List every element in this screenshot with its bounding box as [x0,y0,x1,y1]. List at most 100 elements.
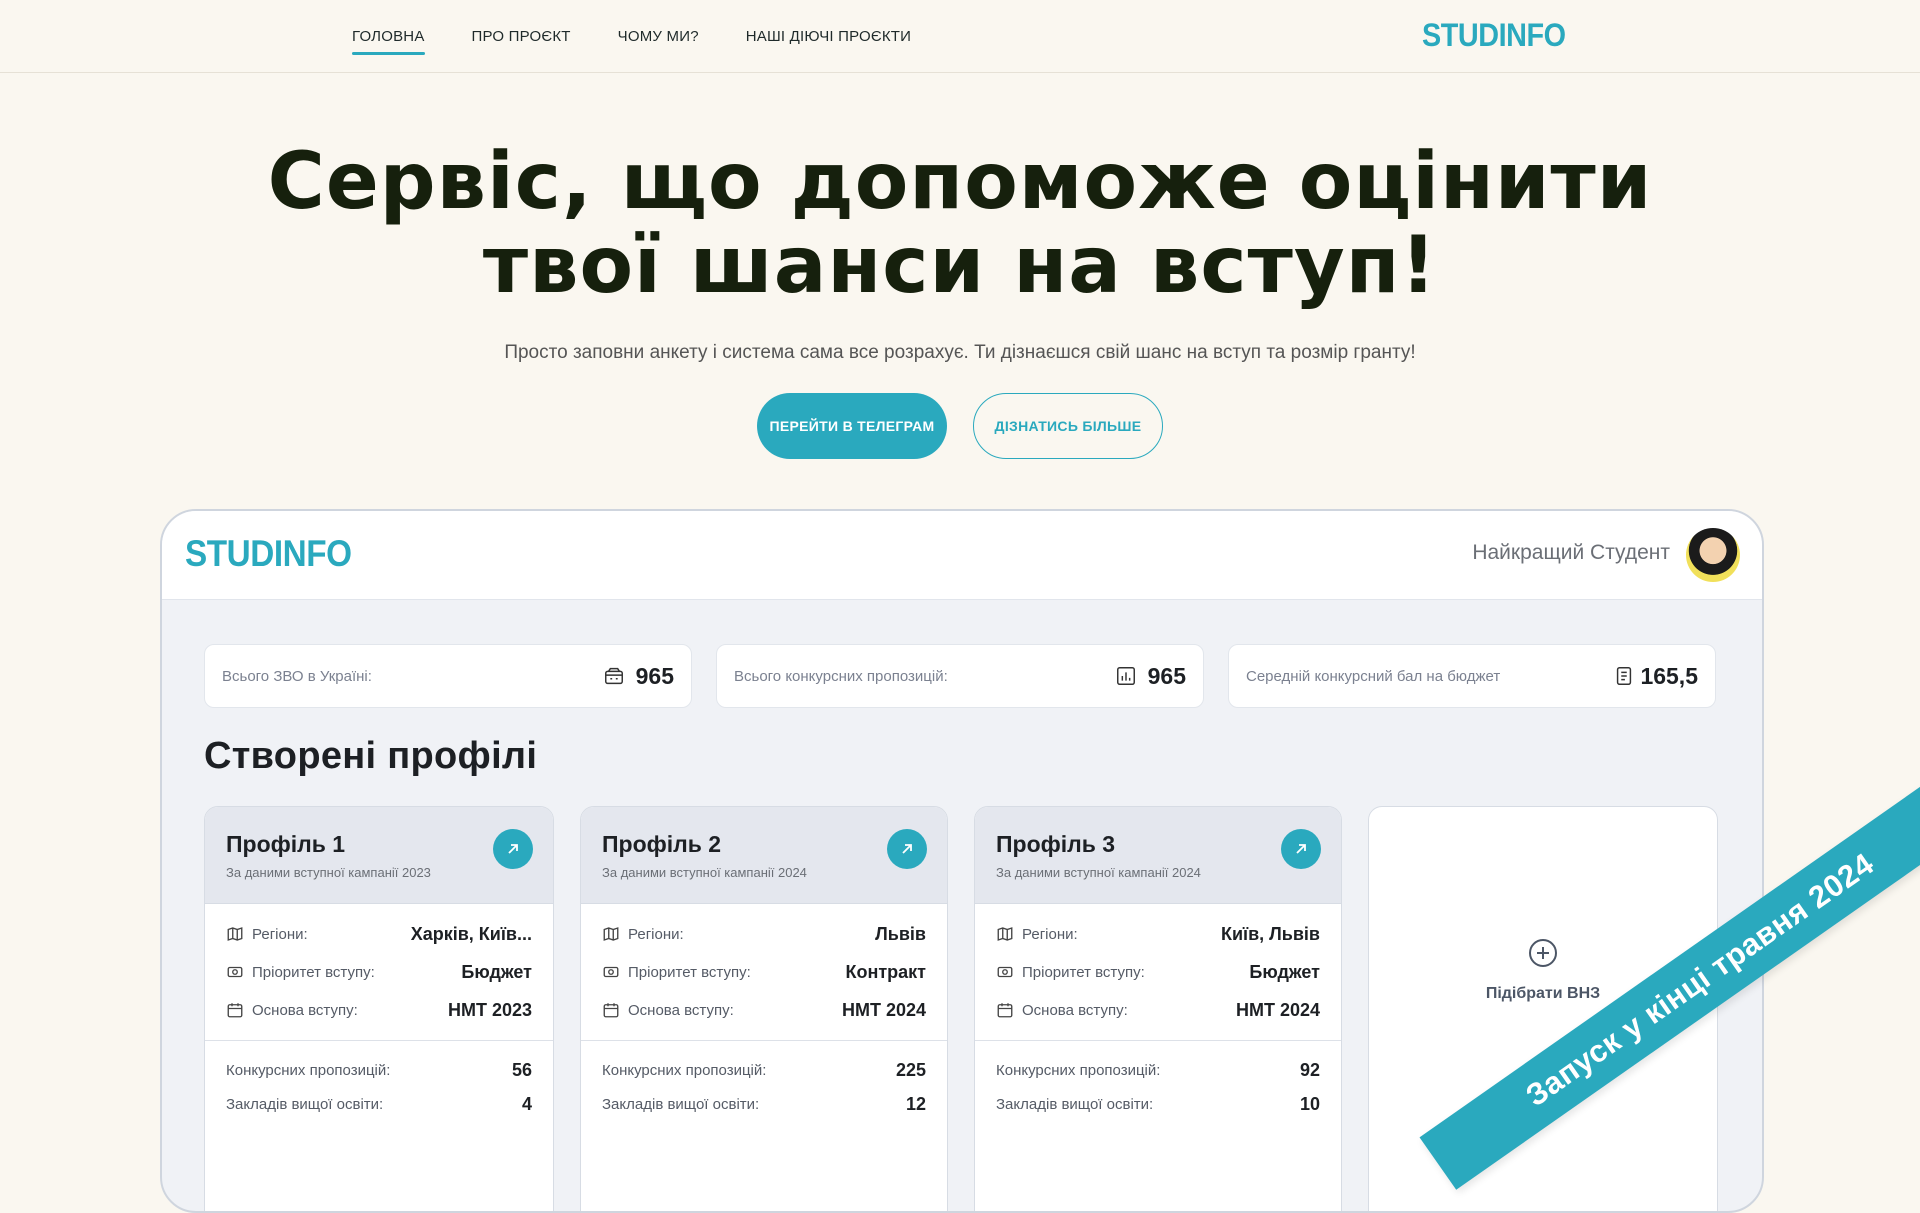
row-priority: Пріоритет вступу: Бюджет [226,961,532,985]
nav-why-us[interactable]: ЧОМУ МИ? [618,24,699,49]
nav-projects[interactable]: НАШІ ДІЮЧІ ПРОЄКТИ [746,24,911,49]
money-icon [227,966,243,978]
building-icon [605,667,623,685]
hero-buttons: ПЕРЕЙТИ В ТЕЛЕГРАМ ДІЗНАТИСЬ БІЛЬШЕ [0,393,1920,459]
profile-card-3[interactable]: Профіль 3 За даними вступної кампанії 20… [974,806,1342,1211]
profile-card-1[interactable]: Профіль 1 За даними вступної кампанії 20… [204,806,554,1211]
document-icon [1616,667,1632,685]
stat-value: 965 [1147,663,1186,689]
stat-label: Всього ЗВО в Україні: [222,668,372,685]
row-label: Закладів вищої освіти: [996,1096,1154,1113]
arrow-up-right-icon [1296,844,1306,854]
map-icon [997,927,1013,941]
card-title: Профіль 1 [226,831,346,857]
arrow-up-right-icon [902,844,912,854]
stat-label: Середній конкурсний бал на бюджет [1246,668,1501,685]
calendar-icon [997,1003,1013,1018]
stat-value: 965 [635,663,674,689]
user-name: Найкращий Студент [1472,541,1670,564]
row-value: 12 [905,1094,926,1114]
calendar-icon [603,1003,619,1018]
card-subtitle: За даними вступної кампанії 2023 [226,865,431,880]
money-icon [603,966,619,978]
money-icon [997,966,1013,978]
stat-card-average-score: Середній конкурсний бал на бюджет 165,5 [1228,644,1716,708]
brand-logo[interactable]: STUDINFO [1422,17,1566,54]
row-label: Основа вступу: [628,1002,734,1019]
row-value: НМТ 2023 [447,1000,532,1020]
arrow-up-right-icon [508,844,518,854]
row-value: 92 [1299,1060,1320,1080]
card-header: Профіль 1 За даними вступної кампанії 20… [205,807,553,904]
telegram-button[interactable]: ПЕРЕЙТИ В ТЕЛЕГРАМ [757,393,947,459]
plus-circle-icon [1529,939,1557,967]
map-icon [603,927,619,941]
card-header: Профіль 3 За даними вступної кампанії 20… [975,807,1341,904]
row-label: Конкурсних пропозицій: [602,1062,767,1079]
row-value: НМТ 2024 [841,1000,926,1020]
row-label: Основа вступу: [1022,1002,1128,1019]
nav-home[interactable]: ГОЛОВНА [352,24,425,55]
stat-card-universities: Всього ЗВО в Україні: 965 [204,644,692,708]
card-subtitle: За даними вступної кампанії 2024 [602,865,807,880]
row-label: Пріоритет вступу: [1022,964,1145,981]
row-value: Харків, Київ... [410,924,532,944]
row-label: Конкурсних пропозицій: [226,1062,391,1079]
row-label: Основа вступу: [252,1002,358,1019]
hero-title: Сервіс, що допоможе оцінити твої шанси н… [0,140,1920,308]
card-title: Профіль 2 [602,831,722,857]
nav-links: ГОЛОВНА ПРО ПРОЄКТ ЧОМУ МИ? НАШІ ДІЮЧІ П… [352,0,911,72]
section-title: Створені профілі [204,735,538,777]
row-value: Київ, Львів [1220,924,1320,944]
open-profile-button[interactable] [493,829,533,869]
stat-card-offers: Всього конкурсних пропозицій: 965 [716,644,1204,708]
row-value: Львів [875,924,926,944]
top-navigation: ГОЛОВНА ПРО ПРОЄКТ ЧОМУ МИ? НАШІ ДІЮЧІ П… [0,0,1920,73]
card-title: Профіль 3 [996,831,1116,857]
open-profile-button[interactable] [1281,829,1321,869]
nav-about[interactable]: ПРО ПРОЄКТ [472,24,571,49]
row-offers: Конкурсних пропозицій: 225 [602,1059,926,1083]
learn-more-button[interactable]: ДІЗНАТИСЬ БІЛЬШЕ [973,393,1163,459]
row-label: Пріоритет вступу: [628,964,751,981]
row-value: 225 [895,1060,926,1080]
hero-subtitle: Просто заповни анкету і система сама все… [504,342,1416,363]
row-value: Контракт [845,962,927,982]
row-value: НМТ 2024 [1235,1000,1320,1020]
card-subtitle: За даними вступної кампанії 2024 [996,865,1201,880]
row-basis: Основа вступу: НМТ 2024 [602,999,926,1023]
dashboard-logo: STUDINFO [185,533,352,574]
stat-value: 165,5 [1640,663,1698,689]
row-value: 4 [521,1094,532,1114]
row-regions: Регіони: Київ, Львів [996,923,1320,947]
row-regions: Регіони: Харків, Київ... [226,923,532,947]
row-priority: Пріоритет вступу: Бюджет [996,961,1320,985]
dashboard-header: STUDINFO Найкращий Студент [162,511,1762,600]
row-basis: Основа вступу: НМТ 2023 [226,999,532,1023]
divider [205,1040,553,1041]
map-icon [227,927,243,941]
row-label: Регіони: [252,926,308,943]
row-label: Пріоритет вступу: [252,964,375,981]
profile-card-2[interactable]: Профіль 2 За даними вступної кампанії 20… [580,806,948,1211]
divider [581,1040,947,1041]
card-header: Профіль 2 За даними вступної кампанії 20… [581,807,947,904]
calendar-icon [227,1003,243,1018]
row-label: Закладів вищої освіти: [602,1096,760,1113]
row-label: Конкурсних пропозицій: [996,1062,1161,1079]
row-label: Регіони: [628,926,684,943]
row-institutions: Закладів вищої освіти: 10 [996,1093,1320,1117]
avatar[interactable] [1686,528,1740,582]
row-institutions: Закладів вищої освіти: 4 [226,1093,532,1117]
open-profile-button[interactable] [887,829,927,869]
row-value: Бюджет [1249,962,1320,982]
row-regions: Регіони: Львів [602,923,926,947]
row-offers: Конкурсних пропозицій: 56 [226,1059,532,1083]
chart-icon [1117,667,1135,685]
row-priority: Пріоритет вступу: Контракт [602,961,926,985]
row-label: Регіони: [1022,926,1078,943]
row-value: 56 [511,1060,532,1080]
stat-label: Всього конкурсних пропозицій: [734,668,948,685]
hero-title-line2: твої шанси на вступ! [482,221,1438,311]
row-offers: Конкурсних пропозицій: 92 [996,1059,1320,1083]
